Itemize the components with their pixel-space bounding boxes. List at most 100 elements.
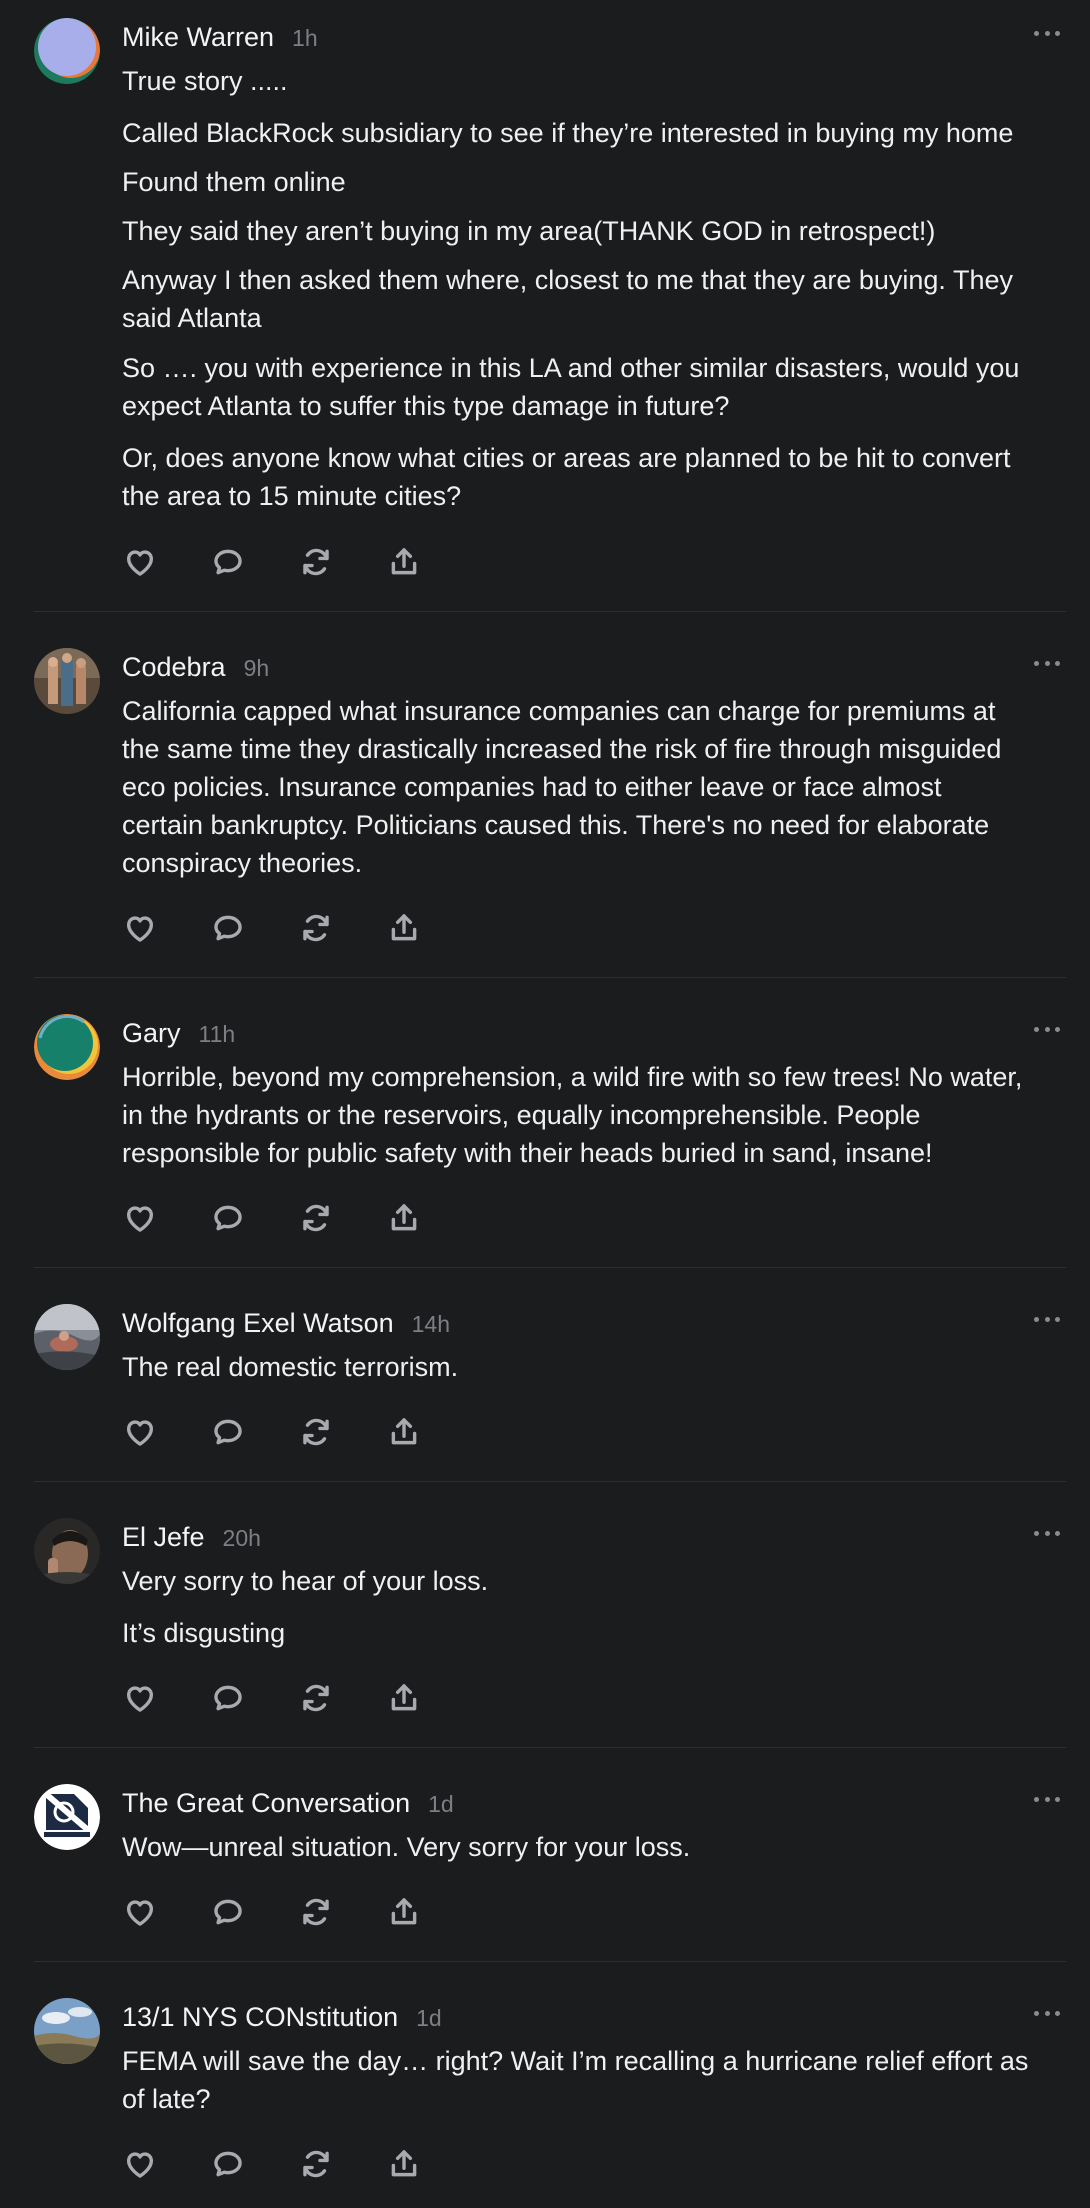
restack-button[interactable] xyxy=(298,1680,334,1716)
comment-icon xyxy=(214,2151,242,2177)
share-button[interactable] xyxy=(386,1200,422,1236)
like-button[interactable] xyxy=(122,1414,158,1450)
avatar[interactable] xyxy=(34,1998,100,2064)
like-button[interactable] xyxy=(122,2146,158,2182)
heart-icon xyxy=(126,1206,154,1232)
share-button[interactable] xyxy=(386,1414,422,1450)
comment-paragraph: Wow—unreal situation. Very sorry for you… xyxy=(122,1832,691,1862)
share-button[interactable] xyxy=(386,544,422,580)
author-name[interactable]: El Jefe xyxy=(122,1518,205,1556)
action-bar xyxy=(122,542,474,582)
reply-button[interactable] xyxy=(210,1200,246,1236)
reply-button[interactable] xyxy=(210,544,246,580)
share-icon xyxy=(391,1684,417,1711)
comment-body: The real domestic terrorism. xyxy=(122,1348,1066,1386)
avatar[interactable] xyxy=(34,1304,100,1370)
author-name[interactable]: Codebra xyxy=(122,648,226,686)
author-name[interactable]: Mike Warren xyxy=(122,18,274,56)
share-button[interactable] xyxy=(386,1680,422,1716)
action-bar xyxy=(122,1412,474,1452)
comment-paragraph: Found them online xyxy=(122,167,346,197)
divider xyxy=(34,977,1066,978)
heart-icon xyxy=(126,550,154,576)
restack-button[interactable] xyxy=(298,544,334,580)
action-bar xyxy=(122,908,474,948)
action-bar xyxy=(122,1892,474,1932)
more-options-icon[interactable] xyxy=(1034,1022,1060,1036)
comment-paragraph: California capped what insurance compani… xyxy=(122,696,1002,878)
avatar[interactable] xyxy=(34,18,100,84)
timestamp[interactable]: 14h xyxy=(412,1305,450,1343)
comment-body: California capped what insurance compani… xyxy=(122,692,1066,882)
comment: Codebra 9h California capped what insura… xyxy=(34,648,1066,978)
author-name[interactable]: Gary xyxy=(122,1014,181,1052)
like-button[interactable] xyxy=(122,1680,158,1716)
comment-icon xyxy=(214,1685,242,1711)
restack-button[interactable] xyxy=(298,1414,334,1450)
divider xyxy=(34,1267,1066,1268)
share-icon xyxy=(391,1204,417,1231)
restack-button[interactable] xyxy=(298,2146,334,2182)
divider xyxy=(34,1747,1066,1748)
share-button[interactable] xyxy=(386,1894,422,1930)
comment-body: True story ..... Called BlackRock subsid… xyxy=(122,62,1066,515)
comment-paragraph: They said they aren’t buying in my area(… xyxy=(122,216,936,246)
more-options-icon[interactable] xyxy=(1034,26,1060,40)
share-button[interactable] xyxy=(386,910,422,946)
reply-button[interactable] xyxy=(210,910,246,946)
comment-paragraph: Very sorry to hear of your loss. xyxy=(122,1566,489,1596)
more-options-icon[interactable] xyxy=(1034,1792,1060,1806)
author-name[interactable]: The Great Conversation xyxy=(122,1784,410,1822)
timestamp[interactable]: 1h xyxy=(292,19,318,57)
reply-button[interactable] xyxy=(210,1680,246,1716)
reply-button[interactable] xyxy=(210,1894,246,1930)
timestamp[interactable]: 11h xyxy=(199,1015,236,1053)
comment: Gary 11h Horrible, beyond my comprehensi… xyxy=(34,1014,1066,1268)
comment: The Great Conversation 1d Wow—unreal sit… xyxy=(34,1784,1066,1962)
timestamp[interactable]: 1d xyxy=(428,1785,454,1823)
more-options-icon[interactable] xyxy=(1034,1526,1060,1540)
avatar[interactable] xyxy=(34,1784,100,1850)
share-button[interactable] xyxy=(386,2146,422,2182)
more-options-icon[interactable] xyxy=(1034,2006,1060,2020)
comment-paragraph: It’s disgusting xyxy=(122,1618,286,1648)
comment-body: Very sorry to hear of your loss. It’s di… xyxy=(122,1562,1066,1652)
comment-icon xyxy=(214,915,242,941)
restack-button[interactable] xyxy=(298,1200,334,1236)
more-options-icon[interactable] xyxy=(1034,1312,1060,1326)
like-button[interactable] xyxy=(122,910,158,946)
comment-icon xyxy=(214,1419,242,1445)
timestamp[interactable]: 9h xyxy=(244,649,270,687)
author-name[interactable]: Wolfgang Exel Watson xyxy=(122,1304,394,1342)
restack-icon xyxy=(303,1684,329,1712)
divider xyxy=(34,611,1066,612)
reply-button[interactable] xyxy=(210,1414,246,1450)
restack-icon xyxy=(303,1418,329,1446)
avatar[interactable] xyxy=(34,1014,100,1080)
like-button[interactable] xyxy=(122,1894,158,1930)
reply-button[interactable] xyxy=(210,2146,246,2182)
avatar[interactable] xyxy=(34,648,100,714)
like-button[interactable] xyxy=(122,544,158,580)
comment-paragraph: The real domestic terrorism. xyxy=(122,1352,459,1382)
heart-icon xyxy=(126,1686,154,1712)
timestamp[interactable]: 20h xyxy=(223,1519,261,1557)
comment-paragraph: Horrible, beyond my comprehension, a wil… xyxy=(122,1062,1023,1168)
restack-button[interactable] xyxy=(298,1894,334,1930)
heart-icon xyxy=(126,1900,154,1926)
divider xyxy=(34,1481,1066,1482)
restack-button[interactable] xyxy=(298,910,334,946)
share-icon xyxy=(391,1898,417,1925)
comment-icon xyxy=(214,549,242,575)
timestamp[interactable]: 1d xyxy=(416,1999,442,2037)
author-name[interactable]: 13/1 NYS CONstitution xyxy=(122,1998,398,2036)
heart-icon xyxy=(126,916,154,942)
action-bar xyxy=(122,1678,474,1718)
comment: 13/1 NYS CONstitution 1d FEMA will save … xyxy=(34,1998,1066,2208)
comment-paragraph: Or, does anyone know what cities or area… xyxy=(122,443,1011,511)
like-button[interactable] xyxy=(122,1200,158,1236)
comment-paragraph: True story ..... xyxy=(122,66,288,96)
more-options-icon[interactable] xyxy=(1034,656,1060,670)
action-bar xyxy=(122,1198,474,1238)
avatar[interactable] xyxy=(34,1518,100,1584)
